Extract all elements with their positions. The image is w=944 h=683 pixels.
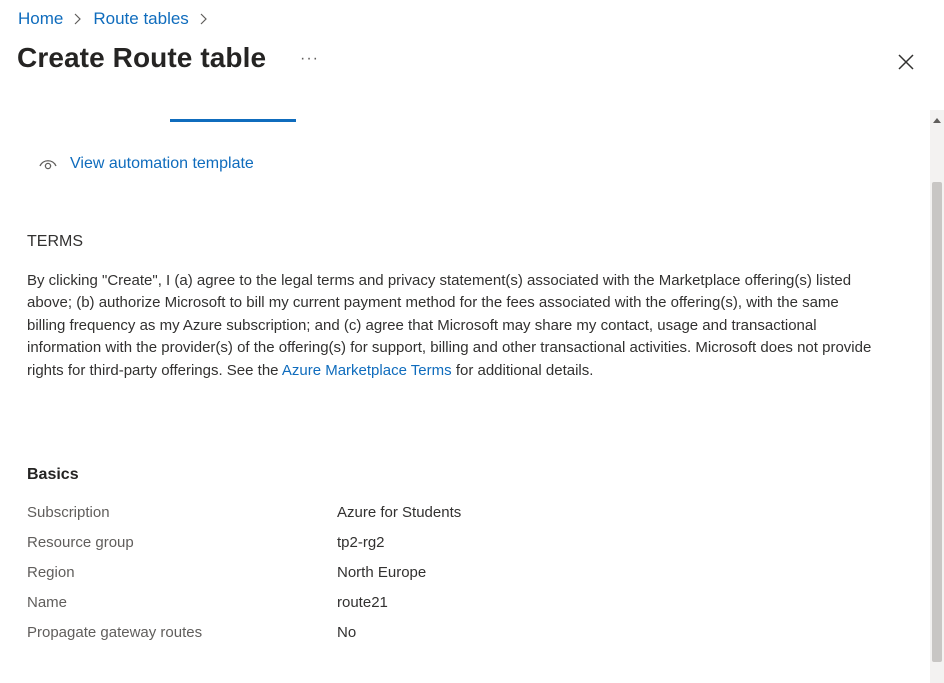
vertical-scrollbar[interactable] xyxy=(930,110,944,683)
summary-row-name: Name route21 xyxy=(27,594,727,616)
terms-heading: TERMS xyxy=(27,233,83,250)
more-options-button[interactable]: ··· xyxy=(300,50,319,68)
summary-label: Subscription xyxy=(27,504,110,521)
chevron-right-icon xyxy=(73,13,83,25)
azure-marketplace-terms-link[interactable]: Azure Marketplace Terms xyxy=(282,362,452,379)
close-icon[interactable] xyxy=(895,51,917,73)
scrollbar-thumb[interactable] xyxy=(932,182,942,662)
summary-label: Resource group xyxy=(27,534,134,551)
page-title: Create Route table xyxy=(17,42,267,73)
summary-value: No xyxy=(337,624,357,641)
chevron-right-icon xyxy=(199,13,209,25)
terms-text: By clicking "Create", I (a) agree to the… xyxy=(27,270,877,382)
eye-icon xyxy=(38,156,58,172)
scroll-up-arrow-icon[interactable] xyxy=(930,116,944,126)
summary-row-subscription: Subscription Azure for Students xyxy=(27,504,727,526)
active-tab-indicator xyxy=(170,119,296,122)
breadcrumb-route-tables-link[interactable]: Route tables xyxy=(93,9,188,29)
summary-row-region: Region North Europe xyxy=(27,564,727,586)
summary-value: Azure for Students xyxy=(337,504,462,521)
automation-link-label: View automation template xyxy=(70,155,254,172)
breadcrumb: Home Route tables xyxy=(18,9,219,29)
basics-heading: Basics xyxy=(27,466,79,483)
breadcrumb-home-link[interactable]: Home xyxy=(18,9,63,29)
summary-row-resource-group: Resource group tp2-rg2 xyxy=(27,534,727,556)
summary-value: tp2-rg2 xyxy=(337,534,385,551)
summary-label: Region xyxy=(27,564,75,581)
summary-value: North Europe xyxy=(337,564,427,581)
summary-label: Name xyxy=(27,594,68,611)
view-automation-template-link[interactable]: View automation template xyxy=(38,155,254,173)
terms-text-tail: for additional details. xyxy=(451,361,594,379)
summary-row-propagate-gateway-routes: Propagate gateway routes No xyxy=(27,624,727,646)
summary-label: Propagate gateway routes xyxy=(27,624,203,641)
summary-value: route21 xyxy=(337,594,388,611)
